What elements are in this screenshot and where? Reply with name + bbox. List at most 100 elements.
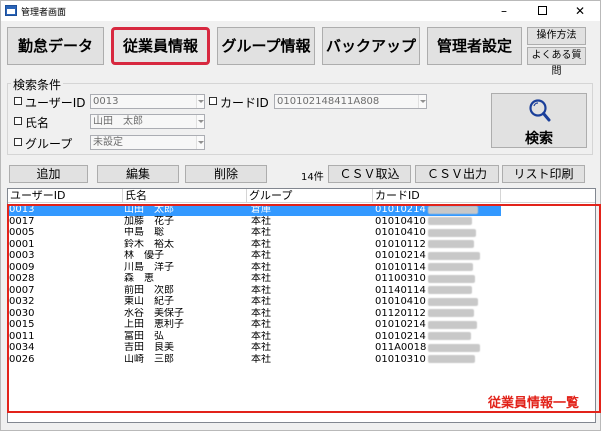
cell-user-id: 0030 xyxy=(9,307,35,319)
cell-card-id: 01010214 xyxy=(375,204,505,216)
cell-group: 倉庫 xyxy=(251,204,271,215)
employee-list-annotation: 従業員情報一覧 xyxy=(488,396,580,411)
cell-card-id: 01010214 xyxy=(375,250,505,262)
redacted-card-suffix xyxy=(427,217,472,226)
redacted-card-suffix xyxy=(427,228,476,237)
group-select[interactable]: 未設定 xyxy=(90,135,205,150)
maximize-button[interactable] xyxy=(523,1,561,21)
cell-name: 林 優子 xyxy=(124,250,164,261)
column-header-card-id[interactable]: カードID xyxy=(373,189,501,203)
cell-card-id: 01010310 xyxy=(375,354,505,366)
user-id-checkbox[interactable] xyxy=(14,97,22,105)
table-row[interactable]: 0026 山崎 三郎 本社 01010310 xyxy=(8,353,595,366)
card-id-checkbox[interactable] xyxy=(209,97,217,105)
add-button[interactable]: 追加 xyxy=(9,165,88,183)
card-id-text: 01010410 xyxy=(375,227,426,239)
cell-group: 本社 xyxy=(251,353,271,365)
list-print-button[interactable]: リスト印刷 xyxy=(502,165,585,183)
chevron-down-icon xyxy=(418,95,426,108)
cell-name: 水谷 美保子 xyxy=(124,307,184,319)
cell-card-id: 01140114 xyxy=(375,285,505,297)
table-row[interactable]: 0017 加藤 花子 本社 01010410 xyxy=(8,215,595,228)
column-header-user-id[interactable]: ユーザーID xyxy=(8,189,123,203)
cell-group: 本社 xyxy=(251,342,271,353)
csv-export-button[interactable]: ＣＳＶ出力 xyxy=(415,165,499,183)
csv-import-button[interactable]: ＣＳＶ取込 xyxy=(328,165,411,183)
cell-user-id: 0013 xyxy=(9,204,35,215)
tab-employee-info[interactable]: 従業員情報 xyxy=(111,27,210,65)
cell-name: 前田 次郎 xyxy=(124,284,174,296)
card-id-text: 01140114 xyxy=(375,284,426,296)
column-header-group[interactable]: グループ xyxy=(247,189,373,203)
chevron-down-icon xyxy=(196,115,204,128)
operation-manual-button[interactable]: 操作方法 xyxy=(527,27,586,45)
card-id-text: 01010410 xyxy=(375,296,426,308)
redacted-card-suffix xyxy=(427,263,473,272)
table-row[interactable]: 0028 森 恵 本社 01100310 xyxy=(8,273,595,285)
cell-group: 本社 xyxy=(251,319,271,330)
cell-card-id: 011A0018 xyxy=(375,342,505,354)
card-id-text: 01010214 xyxy=(375,204,426,216)
user-id-value: 0013 xyxy=(93,96,119,107)
tab-group-info[interactable]: グループ情報 xyxy=(217,27,315,65)
table-row[interactable]: 0007 前田 次郎 本社 01140114 xyxy=(8,284,595,297)
cell-user-id: 0003 xyxy=(9,250,35,261)
cell-card-id: 01120112 xyxy=(375,308,505,320)
edit-button[interactable]: 編集 xyxy=(97,165,179,183)
table-row[interactable]: 0011 富田 弘 本社 01010214 xyxy=(8,330,595,343)
table-row[interactable]: 0003 林 優子 本社 01010214 xyxy=(8,250,595,262)
minimize-button[interactable]: – xyxy=(485,1,523,21)
search-button-label: 検索 xyxy=(525,131,553,147)
employee-grid[interactable]: ユーザーID 氏名 グループ カードID 0013 山田 太郎 倉庫 01010214… xyxy=(7,188,596,423)
card-id-text: 011A0018 xyxy=(375,342,427,354)
table-row[interactable]: 0013 山田 太郎 倉庫 01010214 xyxy=(8,204,595,216)
cell-group: 本社 xyxy=(251,261,271,273)
cell-name: 山崎 三郎 xyxy=(124,353,174,365)
table-row[interactable]: 0009 川島 洋子 本社 01010114 xyxy=(8,261,595,274)
faq-button[interactable]: よくある質問 xyxy=(527,47,586,77)
card-id-text: 01120112 xyxy=(375,307,426,319)
cell-group: 本社 xyxy=(251,284,271,296)
cell-card-id: 01010114 xyxy=(375,262,505,274)
admin-window: 管理者画面 – ✕ 勤怠データ 従業員情報 グループ情報 バックアップ 管理者設… xyxy=(0,0,601,431)
table-row[interactable]: 0030 水谷 美保子 本社 01120112 xyxy=(8,307,595,320)
table-row[interactable]: 0005 中島 聡 本社 01010410 xyxy=(8,227,595,239)
user-id-field[interactable]: 0013 xyxy=(90,94,205,109)
tab-admin-settings[interactable]: 管理者設定 xyxy=(427,27,522,65)
cell-group: 本社 xyxy=(251,296,271,307)
card-id-text: 01100310 xyxy=(375,273,426,285)
column-header-name[interactable]: 氏名 xyxy=(123,189,247,203)
tab-backup[interactable]: バックアップ xyxy=(322,27,420,65)
cell-user-id: 0017 xyxy=(9,215,35,227)
redacted-card-suffix xyxy=(427,309,474,318)
table-row[interactable]: 0032 東山 紀子 本社 01010410 xyxy=(8,296,595,308)
search-conditions-legend: 検索条件 xyxy=(11,76,64,93)
cell-group: 本社 xyxy=(251,227,271,238)
table-row[interactable]: 0001 鈴木 裕太 本社 01010112 xyxy=(8,238,595,251)
cell-group: 本社 xyxy=(251,238,271,250)
cell-name: 富田 弘 xyxy=(124,330,164,342)
delete-button[interactable]: 削除 xyxy=(185,165,267,183)
grid-rows: 0013 山田 太郎 倉庫 01010214 0017 加藤 花子 本社 01010410 00… xyxy=(8,204,595,366)
redacted-card-suffix xyxy=(427,320,477,329)
close-button[interactable]: ✕ xyxy=(561,1,599,21)
card-id-text: 01010410 xyxy=(375,215,426,227)
card-id-text: 01010214 xyxy=(375,330,426,342)
tab-attendance-data[interactable]: 勤怠データ xyxy=(7,27,104,65)
cell-group: 本社 xyxy=(251,330,271,342)
redacted-card-suffix xyxy=(427,251,480,260)
redacted-card-suffix xyxy=(427,274,475,283)
name-field[interactable]: 山田 太郎 xyxy=(90,114,205,129)
group-checkbox[interactable] xyxy=(14,138,22,146)
table-row[interactable]: 0034 吉田 良美 本社 011A0018 xyxy=(8,342,595,354)
redacted-card-suffix xyxy=(427,205,478,214)
name-checkbox[interactable] xyxy=(14,117,22,125)
cell-name: 加藤 花子 xyxy=(124,215,174,227)
cell-name: 上田 恵利子 xyxy=(124,319,184,330)
card-id-text: 01010214 xyxy=(375,250,426,262)
search-button[interactable]: 検索 xyxy=(491,93,587,148)
card-id-value: 010102148411A808 xyxy=(277,96,380,107)
table-row[interactable]: 0015 上田 恵利子 本社 01010214 xyxy=(8,319,595,331)
card-id-field[interactable]: 010102148411A808 xyxy=(274,94,427,109)
card-id-label: カードID xyxy=(220,96,269,110)
